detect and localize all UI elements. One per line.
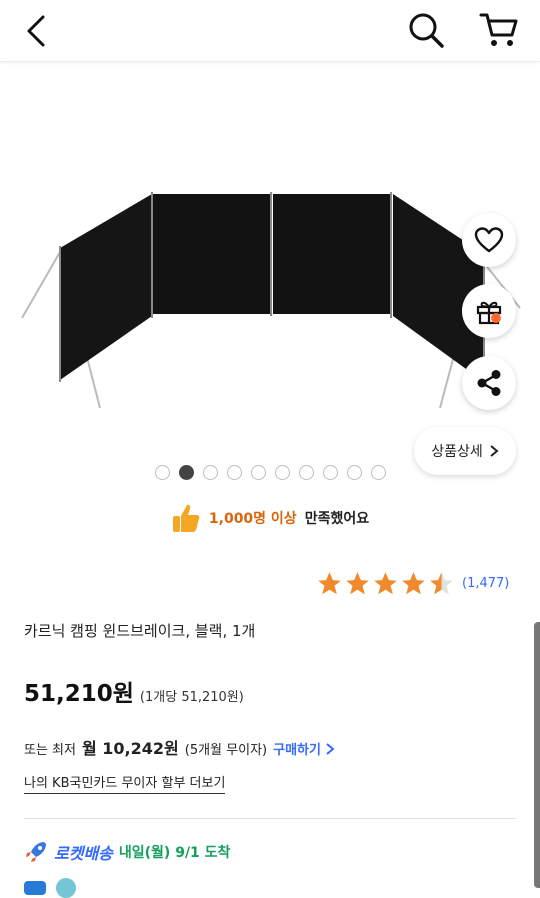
- chevron-left-icon: [27, 15, 45, 47]
- review-count[interactable]: (1,477): [462, 576, 509, 591]
- heart-icon: [474, 227, 504, 253]
- star-icon: [374, 571, 397, 594]
- pagination-dot[interactable]: [346, 465, 362, 480]
- chevron-right-icon: [490, 445, 499, 457]
- delivery-info: 로켓배송 내일(월) 9/1 도착: [24, 840, 230, 864]
- unit-price: (1개당 51,210원): [139, 690, 244, 705]
- pagination-dot[interactable]: [226, 465, 242, 480]
- card-icon: [24, 881, 46, 895]
- pagination-dot[interactable]: [250, 465, 266, 480]
- search-icon: [409, 13, 444, 48]
- divider: [24, 818, 516, 819]
- chevron-right-icon: [326, 742, 335, 755]
- price-row: 51,210원 (1개당 51,210원): [24, 674, 244, 708]
- pagination-dot[interactable]: [274, 465, 290, 480]
- star-icon: [402, 571, 425, 594]
- thumbs-up-icon: [172, 504, 200, 532]
- installment-amount: 월 10,242원: [81, 739, 179, 758]
- pagination-dot[interactable]: [370, 465, 386, 480]
- back-button[interactable]: [14, 10, 58, 52]
- pagination-dot[interactable]: [322, 465, 338, 480]
- product-image: [21, 192, 521, 409]
- installment-detail: (5개월 무이자): [184, 743, 268, 758]
- rocket-icon: [26, 842, 46, 862]
- search-button[interactable]: [404, 8, 448, 52]
- product-detail-label: 상품상세: [431, 444, 483, 460]
- product-gallery[interactable]: 상품상세: [0, 63, 540, 500]
- satisfaction-banner: 1,000명 이상 만족했어요: [0, 500, 540, 536]
- cart-button[interactable]: [476, 8, 522, 52]
- pagination-dot[interactable]: [154, 465, 170, 480]
- installment-buy-label: 구매하기: [273, 743, 321, 758]
- price: 51,210원: [24, 681, 134, 707]
- installment-row: 또는 최저 월 10,242원 (5개월 무이자) 구매하기: [24, 735, 335, 759]
- star-icon: [318, 571, 341, 594]
- partial-benefits-row: [24, 878, 76, 898]
- gift-button[interactable]: [462, 284, 516, 338]
- pagination-dot-active[interactable]: [178, 465, 194, 480]
- rating[interactable]: (1,477): [316, 568, 509, 598]
- pagination-dot[interactable]: [298, 465, 314, 480]
- delivery-eta: 내일(월) 9/1 도착: [118, 845, 231, 861]
- rocket-delivery-label: 로켓배송: [54, 844, 113, 863]
- badge-icon: [56, 878, 76, 898]
- gift-icon: [476, 301, 502, 325]
- satisfaction-text: 만족했어요: [304, 511, 370, 527]
- half-star-icon: [430, 571, 453, 594]
- cart-icon: [479, 13, 518, 46]
- share-button[interactable]: [462, 356, 516, 410]
- installment-prefix: 또는 최저: [24, 743, 76, 758]
- product-title: 카르닉 캠핑 윈드브레이크, 블랙, 1개: [24, 622, 256, 640]
- installment-buy-link[interactable]: 구매하기: [273, 739, 335, 758]
- satisfaction-count: 1,000명 이상: [208, 511, 297, 527]
- card-promo-link[interactable]: 나의 KB국민카드 무이자 할부 더보기: [24, 772, 226, 794]
- top-bar: [0, 0, 540, 62]
- star-icon: [346, 571, 369, 594]
- pagination-dot[interactable]: [202, 465, 218, 480]
- gallery-pagination[interactable]: [0, 465, 540, 480]
- scroll-indicator[interactable]: [534, 622, 540, 888]
- share-icon: [477, 370, 501, 396]
- wishlist-button[interactable]: [462, 213, 516, 267]
